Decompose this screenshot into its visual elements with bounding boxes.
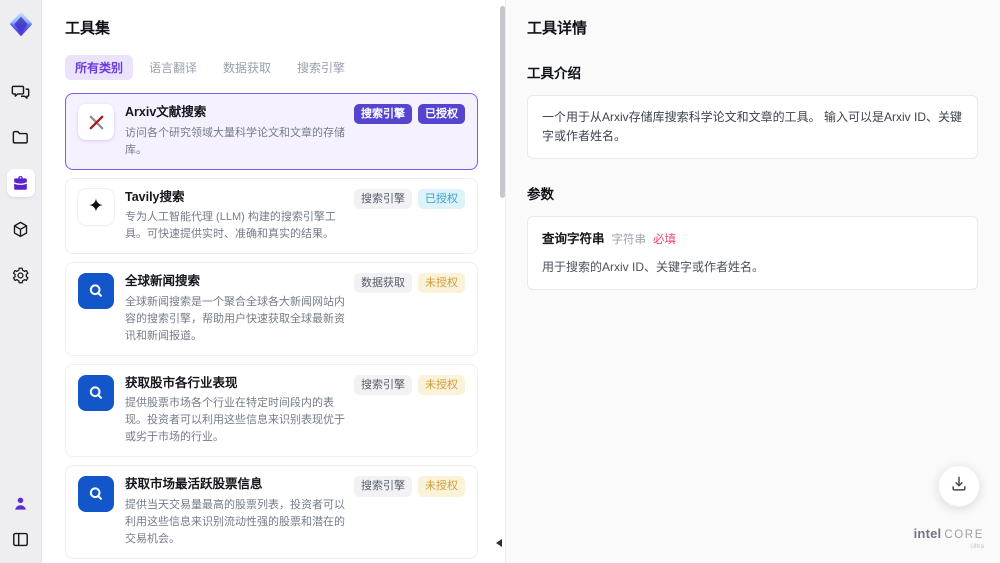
scrollbar-thumb[interactable] <box>500 6 505 198</box>
tool-badges: 数据获取 未授权 <box>354 273 465 345</box>
gear-icon[interactable] <box>7 261 35 289</box>
intel-core-logo: intel CORE Ultra <box>914 527 984 550</box>
tool-list: Arxiv文献搜索 访问各个研究领域大量科学论文和文章的存储库。 搜索引擎 已授… <box>65 93 488 563</box>
tab-search-engine[interactable]: 搜索引擎 <box>287 55 355 80</box>
tool-card-body: 全球新闻搜索 全球新闻搜索是一个聚合全球各大新闻网站内容的搜索引擎，帮助用户快速… <box>125 273 348 345</box>
arxiv-icon <box>78 104 114 140</box>
tool-badges: 搜索引擎 已授权 <box>354 104 465 159</box>
tool-name: Arxiv文献搜索 <box>125 105 207 119</box>
news-blue-icon <box>78 374 114 411</box>
tool-description: 专为人工智能代理 (LLM) 构建的搜索引擎工具。可快速提供实时、准确和真实的结… <box>125 211 336 241</box>
intro-text-box: 一个用于从Arxiv存储库搜索科学论文和文章的工具。 输入可以是Arxiv ID… <box>527 95 978 160</box>
brand-ultra-text: Ultra <box>970 542 984 550</box>
download-button[interactable] <box>938 465 980 507</box>
intro-heading: 工具介绍 <box>527 66 581 81</box>
tab-all-categories[interactable]: 所有类别 <box>65 55 134 80</box>
scroll-arrow-icon[interactable] <box>496 539 502 547</box>
category-tabs: 所有类别 语言翻译 数据获取 搜索引擎 <box>65 55 488 80</box>
param-card: 查询字符串 字符串 必填 用于搜索的Arxiv ID、关键字或作者姓名。 <box>527 216 978 290</box>
tab-data-acquisition[interactable]: 数据获取 <box>213 55 281 80</box>
tool-status-badge: 已授权 <box>418 188 465 209</box>
param-type: 字符串 <box>611 234 647 247</box>
param-required-badge: 必填 <box>653 234 677 247</box>
tool-card-body: 获取市场最活跃股票信息 提供当天交易量最高的股票列表，投资者可以利用这些信息来识… <box>125 476 348 548</box>
tool-status-badge: 未授权 <box>418 476 465 497</box>
news-blue-icon <box>78 476 114 513</box>
brand-intel-text: intel <box>913 526 942 541</box>
tool-description: 全球新闻搜索是一个聚合全球各大新闻网站内容的搜索引擎，帮助用户快速获取全球最新资… <box>125 295 345 342</box>
tool-category-badge: 搜索引擎 <box>354 104 412 125</box>
folder-icon[interactable] <box>7 123 35 151</box>
tool-detail-panel: 工具详情 工具介绍 一个用于从Arxiv存储库搜索科学论文和文章的工具。 输入可… <box>505 0 1000 563</box>
rail-nav <box>6 77 35 289</box>
tool-name: 获取市场最活跃股票信息 <box>125 477 263 492</box>
news-blue-icon <box>78 273 114 310</box>
param-name: 查询字符串 <box>542 232 605 247</box>
tool-badges: 搜索引擎 未授权 <box>354 476 465 548</box>
tool-card[interactable]: Arxiv文献搜索 访问各个研究领域大量科学论文和文章的存储库。 搜索引擎 已授… <box>65 93 478 170</box>
tools-panel: 工具集 所有类别 语言翻译 数据获取 搜索引擎 Arxiv文献搜索 访问各个研究… <box>42 0 505 563</box>
download-icon <box>949 474 969 499</box>
tool-card[interactable]: 全球新闻搜索 全球新闻搜索是一个聚合全球各大新闻网站内容的搜索引擎，帮助用户快速… <box>65 262 478 356</box>
tools-panel-title: 工具集 <box>65 20 111 37</box>
tool-name: Tavily搜索 <box>125 189 185 204</box>
tavily-icon: ✦ <box>78 188 114 225</box>
tool-description: 提供当天交易量最高的股票列表，投资者可以利用这些信息来识别流动性强的股票和潜在的… <box>125 498 345 546</box>
tool-status-badge: 已授权 <box>418 104 465 125</box>
tool-name: 全球新闻搜索 <box>125 274 201 289</box>
user-avatar-icon[interactable] <box>7 489 35 517</box>
briefcase-tools-icon[interactable] <box>6 169 35 197</box>
tool-name: 获取股市各行业表现 <box>125 375 238 390</box>
tool-badges: 搜索引擎 未授权 <box>354 374 465 447</box>
sidebar-toggle-icon[interactable] <box>7 525 35 553</box>
params-heading: 参数 <box>527 187 554 203</box>
tool-category-badge: 搜索引擎 <box>354 374 412 396</box>
tool-badges: 搜索引擎 已授权 <box>354 188 465 244</box>
tool-card-body: 获取股市各行业表现 提供股票市场各个行业在特定时间段内的表现。投资者可以利用这些… <box>125 375 348 447</box>
tool-description: 提供股票市场各个行业在特定时间段内的表现。投资者可以利用这些信息来识别表现优于或… <box>125 397 345 444</box>
tool-description: 访问各个研究领域大量科学论文和文章的存储库。 <box>125 126 345 156</box>
tool-status-badge: 未授权 <box>418 374 465 396</box>
detail-panel-title: 工具详情 <box>527 20 588 37</box>
tool-status-badge: 未授权 <box>418 273 465 294</box>
param-description: 用于搜索的Arxiv ID、关键字或作者姓名。 <box>542 259 765 274</box>
icon-rail <box>0 0 42 563</box>
tool-category-badge: 数据获取 <box>354 273 412 294</box>
app-logo-gem-icon[interactable] <box>6 9 36 39</box>
brand-core-text: CORE <box>944 529 984 541</box>
tool-card[interactable]: ✦ Tavily搜索 专为人工智能代理 (LLM) 构建的搜索引擎工具。可快速提… <box>65 177 478 255</box>
cube-icon[interactable] <box>7 215 35 243</box>
tool-category-badge: 搜索引擎 <box>354 476 412 497</box>
tool-card[interactable]: 获取股市各行业表现 提供股票市场各个行业在特定时间段内的表现。投资者可以利用这些… <box>65 363 478 458</box>
chat-icon[interactable] <box>7 77 35 105</box>
tool-category-badge: 搜索引擎 <box>354 188 412 209</box>
tool-card-body: Arxiv文献搜索 访问各个研究领域大量科学论文和文章的存储库。 <box>125 104 348 159</box>
app-window: 工具集 所有类别 语言翻译 数据获取 搜索引擎 Arxiv文献搜索 访问各个研究… <box>0 0 1000 563</box>
tool-card[interactable]: 获取市场最活跃股票信息 提供当天交易量最高的股票列表，投资者可以利用这些信息来识… <box>65 465 478 560</box>
tool-card-body: Tavily搜索 专为人工智能代理 (LLM) 构建的搜索引擎工具。可快速提供实… <box>125 189 348 244</box>
tab-language-translation[interactable]: 语言翻译 <box>139 55 207 80</box>
